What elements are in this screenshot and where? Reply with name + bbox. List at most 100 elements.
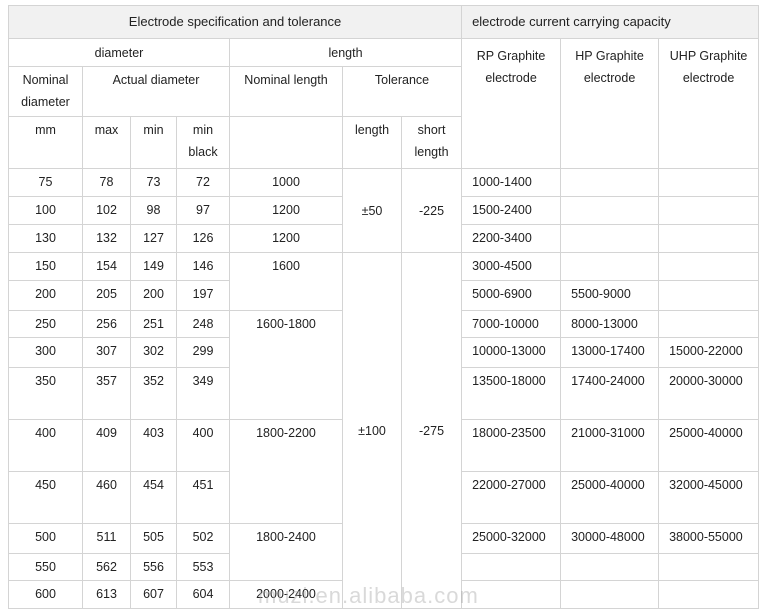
rp-capacity-cell: 3000-4500 <box>461 252 562 281</box>
max-diameter-cell: 307 <box>82 337 131 368</box>
min-black-diameter-cell: 553 <box>176 553 230 581</box>
length-header: length <box>228 38 463 67</box>
rp-capacity-cell: 18000-23500 <box>461 419 562 472</box>
actual-diameter-header: Actual diameter <box>82 66 230 117</box>
hp-capacity-cell: 21000-31000 <box>560 419 660 472</box>
min-black-diameter-cell: 126 <box>176 224 230 253</box>
rp-capacity-cell: 22000-27000 <box>461 471 562 524</box>
nominal-length-cell: 1800-2400 <box>229 523 343 581</box>
diameter-header: diameter <box>8 38 230 67</box>
uhp-capacity-cell <box>658 580 760 609</box>
tol-length-header: length <box>342 116 402 169</box>
uhp-capacity-cell <box>658 252 760 281</box>
min-black-diameter-cell: 248 <box>176 310 230 338</box>
uhp-capacity-cell: 15000-22000 <box>658 337 760 368</box>
max-diameter-cell: 256 <box>82 310 131 338</box>
max-diameter-cell: 205 <box>82 280 131 311</box>
mm-header: mm <box>8 116 83 169</box>
max-diameter-cell: 409 <box>82 419 131 472</box>
min-black-diameter-cell: 451 <box>176 471 230 524</box>
table-row: 150 154 149 146 1600 ±100 -275 3000-4500 <box>8 252 760 609</box>
rp-capacity-cell <box>461 553 562 581</box>
nominal-length-cell: 1600 <box>229 252 343 311</box>
min-black-diameter-cell: 400 <box>176 419 230 472</box>
tolerance-short-length-cell: -225 <box>400 168 463 253</box>
min-black-diameter-cell: 72 <box>176 168 230 197</box>
min-black-diameter-cell: 502 <box>176 523 230 554</box>
hp-capacity-cell: 17400-24000 <box>560 367 660 420</box>
min-black-diameter-cell: 197 <box>176 280 230 311</box>
tolerance-header: Tolerance <box>341 66 463 117</box>
min-black-diameter-cell: 299 <box>176 337 230 368</box>
uhp-capacity-cell <box>658 224 760 253</box>
min-black-header: min black <box>176 116 230 169</box>
max-diameter-cell: 102 <box>82 196 131 225</box>
short-length-header: short length <box>400 116 463 169</box>
hp-capacity-cell: 8000-13000 <box>560 310 660 338</box>
uhp-capacity-cell <box>658 196 760 225</box>
rp-capacity-cell: 7000-10000 <box>461 310 562 338</box>
nominal-diameter-cell: 130 <box>8 224 83 253</box>
max-diameter-cell: 78 <box>82 168 131 197</box>
rp-capacity-cell <box>461 580 562 609</box>
nominal-length-cell: 2000-2400 <box>229 580 343 609</box>
max-diameter-cell: 613 <box>82 580 131 609</box>
tolerance-length-cell: ±50 <box>342 168 402 253</box>
uhp-capacity-cell <box>658 280 760 311</box>
rp-capacity-cell: 13500-18000 <box>461 367 562 420</box>
nominal-diameter-cell: 250 <box>8 310 83 338</box>
tolerance-short-length-cell: -275 <box>400 252 463 609</box>
min-diameter-cell: 251 <box>130 310 177 338</box>
nominal-diameter-cell: 600 <box>8 580 83 609</box>
min-black-diameter-cell: 146 <box>176 252 230 281</box>
rp-capacity-cell: 10000-13000 <box>461 337 562 368</box>
capacity-title-header: electrode current carrying capacity <box>461 5 760 39</box>
min-diameter-cell: 149 <box>130 252 177 281</box>
hp-capacity-cell <box>560 224 660 253</box>
min-diameter-cell: 73 <box>130 168 177 197</box>
table-row: 75 78 73 72 1000 ±50 -225 1000-1400 <box>8 168 760 253</box>
hp-capacity-cell <box>560 168 660 197</box>
min-diameter-cell: 352 <box>130 367 177 420</box>
max-diameter-cell: 357 <box>82 367 131 420</box>
max-diameter-cell: 460 <box>82 471 131 524</box>
nominal-length-cell: 1600-1800 <box>229 310 343 420</box>
min-diameter-cell: 505 <box>130 523 177 554</box>
hp-capacity-cell <box>560 196 660 225</box>
uhp-header: UHP Graphite electrode <box>658 38 760 169</box>
min-diameter-cell: 454 <box>130 471 177 524</box>
nominal-diameter-cell: 500 <box>8 523 83 554</box>
min-diameter-cell: 98 <box>130 196 177 225</box>
blank-length-cell <box>229 116 343 169</box>
uhp-capacity-cell: 32000-45000 <box>658 471 760 524</box>
nominal-diameter-cell: 400 <box>8 419 83 472</box>
spec-title-header: Electrode specification and tolerance <box>7 5 463 39</box>
hp-capacity-cell: 13000-17400 <box>560 337 660 368</box>
hp-capacity-cell <box>560 252 660 281</box>
max-diameter-cell: 562 <box>82 553 131 581</box>
nominal-diameter-cell: 75 <box>8 168 83 197</box>
rp-capacity-cell: 2200-3400 <box>461 224 562 253</box>
hp-header: HP Graphite electrode <box>560 38 660 169</box>
nominal-diameter-cell: 300 <box>8 337 83 368</box>
min-diameter-cell: 302 <box>130 337 177 368</box>
nominal-length-header: Nominal length <box>229 66 343 117</box>
min-diameter-cell: 200 <box>130 280 177 311</box>
hp-capacity-cell: 25000-40000 <box>560 471 660 524</box>
nominal-diameter-cell: 350 <box>8 367 83 420</box>
uhp-capacity-cell <box>658 310 760 338</box>
min-black-diameter-cell: 349 <box>176 367 230 420</box>
uhp-capacity-cell: 38000-55000 <box>658 523 760 554</box>
min-black-diameter-cell: 97 <box>176 196 230 225</box>
max-diameter-cell: 154 <box>82 252 131 281</box>
max-diameter-cell: 132 <box>82 224 131 253</box>
nominal-diameter-cell: 450 <box>8 471 83 524</box>
min-diameter-cell: 556 <box>130 553 177 581</box>
uhp-capacity-cell <box>658 168 760 197</box>
hp-capacity-cell <box>560 553 660 581</box>
rp-capacity-cell: 1000-1400 <box>461 168 562 197</box>
rp-capacity-cell: 1500-2400 <box>461 196 562 225</box>
min-diameter-cell: 403 <box>130 419 177 472</box>
nominal-diameter-cell: 150 <box>8 252 83 281</box>
rp-header: RP Graphite electrode <box>461 38 562 169</box>
